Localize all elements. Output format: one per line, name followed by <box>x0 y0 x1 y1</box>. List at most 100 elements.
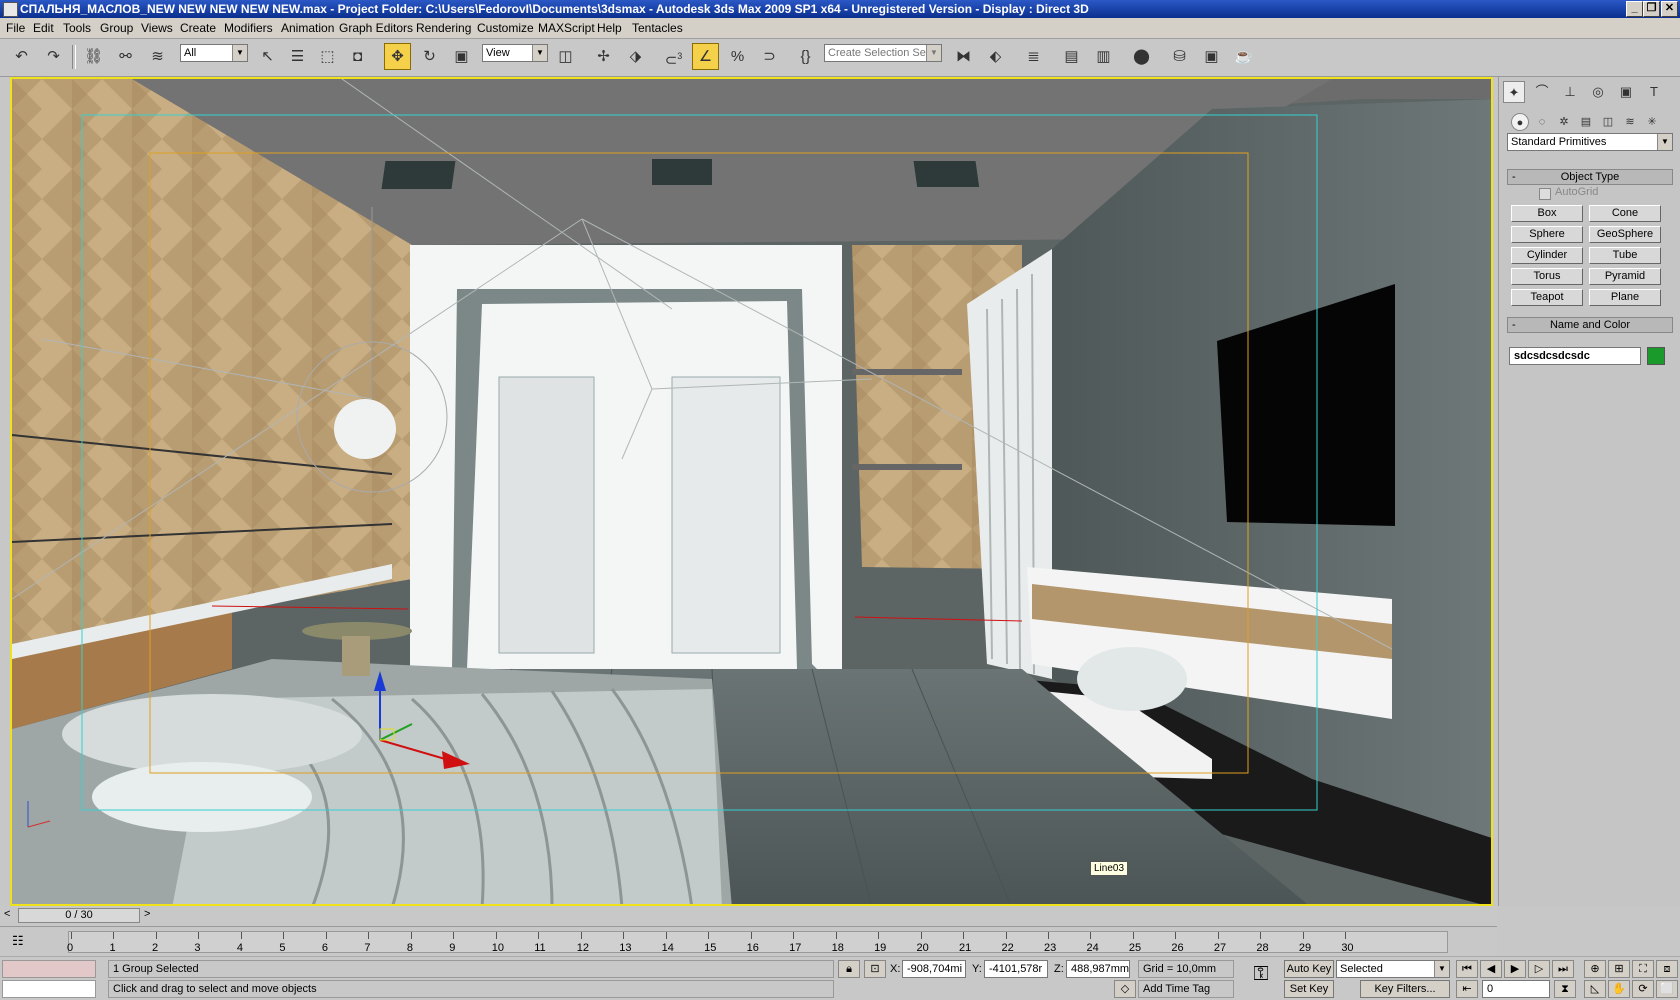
spinner-snap-icon[interactable]: ⊃ <box>756 43 783 70</box>
current-frame-input[interactable]: 0 <box>1482 980 1550 998</box>
zoom-extents-all-icon[interactable]: ⧈ <box>1656 960 1678 978</box>
menu-help[interactable]: Help <box>597 21 622 35</box>
undo-icon[interactable]: ↶ <box>8 43 35 70</box>
close-button[interactable]: ✕ <box>1661 1 1678 17</box>
display-tab-icon[interactable]: ▣ <box>1615 81 1637 103</box>
select-link-icon[interactable]: ⛓ <box>80 43 107 70</box>
key-filters-button[interactable]: Key Filters... <box>1360 980 1450 998</box>
material-editor-icon[interactable]: ⬤ <box>1128 43 1155 70</box>
field-of-view-icon[interactable]: ◺ <box>1584 980 1606 998</box>
maxscript-input[interactable] <box>2 980 96 998</box>
menu-views[interactable]: Views <box>141 21 173 35</box>
next-frame-icon[interactable]: > <box>144 908 150 920</box>
rendered-frame-window-icon[interactable]: ▣ <box>1198 43 1225 70</box>
hierarchy-tab-icon[interactable]: ⊥ <box>1559 81 1581 103</box>
rectangular-selection-icon[interactable]: ⬚ <box>314 43 341 70</box>
window-crossing-icon[interactable]: ◘ <box>344 43 371 70</box>
teapot-button[interactable]: Teapot <box>1511 289 1583 306</box>
lock-selection-icon[interactable]: 🔒︎ <box>838 960 860 978</box>
menu-customize[interactable]: Customize <box>477 21 534 35</box>
named-selection-set-dropdown[interactable]: Create Selection Set ▼ <box>824 44 942 62</box>
time-slider[interactable]: < 0 / 30 > <box>0 906 1497 926</box>
box-button[interactable]: Box <box>1511 205 1583 222</box>
pan-icon[interactable]: ✋ <box>1608 980 1630 998</box>
previous-frame-icon[interactable]: ◀ <box>1480 960 1502 978</box>
plane-button[interactable]: Plane <box>1589 289 1661 306</box>
next-frame-button-icon[interactable]: ▷ <box>1528 960 1550 978</box>
pyramid-button[interactable]: Pyramid <box>1589 268 1661 285</box>
menu-group[interactable]: Group <box>100 21 133 35</box>
select-object-icon[interactable]: ↖ <box>254 43 281 70</box>
edit-named-selections-icon[interactable]: {} <box>792 43 819 70</box>
menu-animation[interactable]: Animation <box>281 21 334 35</box>
set-key-button[interactable]: Set Key <box>1284 980 1334 998</box>
prev-frame-icon[interactable]: < <box>4 908 10 920</box>
select-and-rotate-icon[interactable]: ↻ <box>416 43 443 70</box>
align-icon[interactable]: ⬖ <box>982 43 1009 70</box>
frame-ruler[interactable]: 0 1 2 3 4 5 6 7 8 9 10 11 12 13 14 15 16 17 18 19 20 21 22 23 24… <box>67 931 1448 954</box>
schematic-view-icon[interactable]: ▥ <box>1090 43 1117 70</box>
curve-editor-icon[interactable]: ▤ <box>1058 43 1085 70</box>
percent-snap-icon[interactable]: % <box>724 43 751 70</box>
set-key-mode-icon[interactable]: ⚿ <box>1246 963 1276 993</box>
tube-button[interactable]: Tube <box>1589 247 1661 264</box>
auto-key-button[interactable]: Auto Key <box>1284 960 1334 978</box>
menu-graph-editors[interactable]: Graph Editors <box>339 21 413 35</box>
camera-viewport[interactable] <box>10 77 1493 906</box>
zoom-extents-icon[interactable]: ⛶ <box>1632 960 1654 978</box>
angle-snap-icon[interactable]: ∠ <box>692 43 719 70</box>
select-and-move-icon[interactable]: ✥ <box>384 43 411 70</box>
select-by-name-icon[interactable]: ☰ <box>284 43 311 70</box>
minimize-button[interactable]: _ <box>1626 1 1643 17</box>
snap-toggle-icon[interactable]: ⊂3 <box>660 43 687 70</box>
go-to-start-icon[interactable]: ⏮ <box>1456 960 1478 978</box>
orbit-icon[interactable]: ⟳ <box>1632 980 1654 998</box>
menu-tools[interactable]: Tools <box>63 21 91 35</box>
torus-button[interactable]: Torus <box>1511 268 1583 285</box>
add-time-tag-button[interactable]: Add Time Tag <box>1138 980 1234 998</box>
y-coordinate-input[interactable]: -4101,578r <box>984 960 1048 978</box>
space-warps-category-icon[interactable]: ≋ <box>1621 113 1639 131</box>
object-type-rollout[interactable]: - Object Type <box>1507 169 1673 185</box>
z-coordinate-input[interactable]: 488,987mm <box>1066 960 1130 978</box>
shapes-category-icon[interactable]: ◌ <box>1533 113 1551 131</box>
maxscript-listener-mini[interactable] <box>2 960 96 978</box>
go-to-end-icon[interactable]: ⏭ <box>1552 960 1574 978</box>
geometry-category-icon[interactable]: ● <box>1511 113 1529 131</box>
render-setup-icon[interactable]: ⛁ <box>1166 43 1193 70</box>
modify-tab-icon[interactable]: ⌒ <box>1531 81 1553 103</box>
select-and-scale-icon[interactable]: ▣ <box>448 43 475 70</box>
time-configuration-icon[interactable]: ⧗ <box>1554 980 1576 998</box>
utilities-tab-icon[interactable]: T <box>1643 81 1665 103</box>
mirror-icon[interactable]: ⧓ <box>950 43 977 70</box>
systems-category-icon[interactable]: ✳ <box>1643 113 1661 131</box>
cone-button[interactable]: Cone <box>1589 205 1661 222</box>
time-slider-thumb[interactable]: 0 / 30 <box>18 908 140 923</box>
menu-rendering[interactable]: Rendering <box>416 21 471 35</box>
manipulate-icon[interactable]: ✢ <box>590 43 617 70</box>
object-color-swatch[interactable] <box>1647 347 1665 365</box>
menu-file[interactable]: File <box>6 21 25 35</box>
maximize-viewport-icon[interactable]: ⬜ <box>1656 980 1678 998</box>
zoom-icon[interactable]: ⊕ <box>1584 960 1606 978</box>
primitive-type-dropdown[interactable]: Standard Primitives ▼ <box>1507 133 1673 151</box>
name-and-color-rollout[interactable]: - Name and Color <box>1507 317 1673 333</box>
play-icon[interactable]: ▶ <box>1504 960 1526 978</box>
mini-curve-editor-icon[interactable]: ☷ <box>12 933 32 949</box>
key-mode-dropdown[interactable]: Selected ▼ <box>1336 960 1450 978</box>
cameras-category-icon[interactable]: ▤ <box>1577 113 1595 131</box>
unlink-icon[interactable]: ⚯ <box>112 43 139 70</box>
reference-coord-dropdown[interactable]: View ▼ <box>482 44 548 62</box>
redo-icon[interactable]: ↷ <box>40 43 67 70</box>
bind-space-warp-icon[interactable]: ≋ <box>144 43 171 70</box>
pivot-center-icon[interactable]: ◫ <box>552 43 579 70</box>
geosphere-button[interactable]: GeoSphere <box>1589 226 1661 243</box>
selection-filter-dropdown[interactable]: All ▼ <box>180 44 248 62</box>
zoom-all-icon[interactable]: ⊞ <box>1608 960 1630 978</box>
menu-modifiers[interactable]: Modifiers <box>224 21 273 35</box>
render-production-icon[interactable]: ☕ <box>1230 43 1257 70</box>
autogrid-checkbox[interactable] <box>1539 188 1551 200</box>
layer-manager-icon[interactable]: ≣ <box>1020 43 1047 70</box>
menu-maxscript[interactable]: MAXScript <box>538 21 595 35</box>
menu-tentacles[interactable]: Tentacles <box>632 21 683 35</box>
